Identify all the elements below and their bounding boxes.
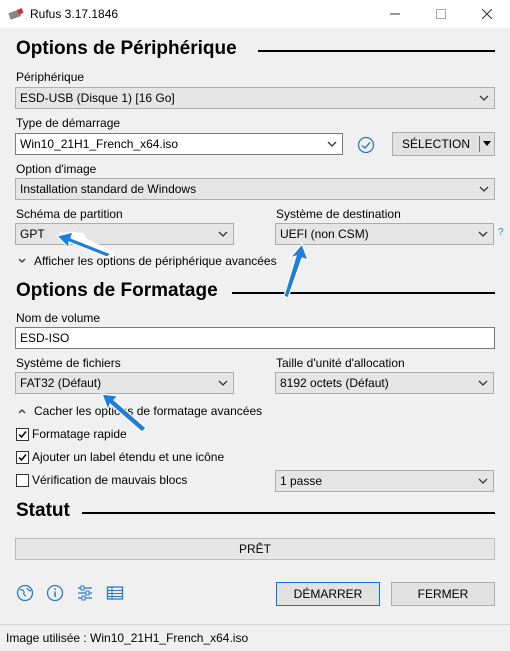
annotation-arrow-icon — [101, 393, 147, 433]
boot-type-label: Type de démarrage — [16, 116, 121, 130]
usb-drive-icon — [8, 8, 24, 20]
target-label: Système de destination — [276, 207, 401, 221]
device-value: ESD-USB (Disque 1) [16 Go] — [20, 91, 175, 105]
device-dropdown[interactable]: ESD-USB (Disque 1) [16 Go] — [15, 87, 495, 109]
close-icon — [482, 9, 492, 19]
close-window-button[interactable] — [464, 0, 510, 28]
partition-label: Schéma de partition — [16, 207, 123, 221]
cluster-size-value: 8192 octets (Défaut) — [280, 376, 389, 390]
checkbox-unchecked[interactable] — [16, 473, 29, 487]
image-option-dropdown[interactable]: Installation standard de Windows — [15, 178, 495, 200]
boot-type-dropdown[interactable]: Win10_21H1_French_x64.iso — [15, 133, 343, 155]
start-button-label: DÉMARRER — [293, 587, 363, 601]
check-circle-icon[interactable] — [357, 136, 375, 154]
chevron-up-icon — [18, 409, 26, 414]
fs-label: Système de fichiers — [16, 356, 121, 370]
section-divider — [82, 512, 495, 514]
close-button-label: FERMER — [417, 587, 469, 601]
filesystem-value: FAT32 (Défaut) — [20, 376, 102, 390]
partition-dropdown[interactable]: GPT — [15, 223, 234, 245]
chevron-down-icon — [478, 478, 488, 484]
minimize-button[interactable] — [372, 0, 418, 28]
status-text: PRÊT — [238, 542, 271, 556]
cluster-label: Taille d'unité d'allocation — [276, 356, 405, 370]
extended-label-label: Ajouter un label étendu et une icône — [32, 450, 225, 464]
select-button-label: SÉLECTION — [401, 137, 470, 151]
bad-blocks-label: Vérification de mauvais blocs — [32, 473, 188, 487]
device-label: Périphérique — [16, 70, 85, 84]
device-section-title: Options de Périphérique — [16, 38, 237, 59]
chevron-down-icon — [479, 186, 489, 192]
caret-down-icon[interactable] — [482, 139, 492, 149]
checkmark-icon — [18, 453, 27, 461]
passes-dropdown[interactable]: 1 passe — [275, 470, 494, 492]
info-icon[interactable] — [46, 584, 64, 602]
image-option-label: Option d'image — [16, 162, 97, 176]
section-divider — [232, 292, 495, 294]
extended-label-checkbox[interactable]: Ajouter un label étendu et une icône — [16, 450, 224, 464]
select-button[interactable]: SÉLECTION — [392, 132, 495, 156]
chevron-down-icon — [18, 258, 26, 263]
target-value: UEFI (non CSM) — [280, 227, 369, 241]
annotation-arrow-icon — [55, 231, 115, 258]
status-bar: Image utilisée : Win10_21H1_French_x64.i… — [0, 624, 510, 651]
volume-name-value: ESD-ISO — [20, 331, 70, 345]
annotation-arrow-icon — [283, 242, 310, 299]
section-divider — [258, 50, 495, 52]
minimize-icon — [390, 13, 400, 15]
settings-sliders-icon[interactable] — [76, 584, 94, 602]
format-section-title: Options de Formatage — [16, 280, 218, 301]
chevron-down-icon — [218, 231, 228, 237]
chevron-down-icon — [478, 380, 488, 386]
volume-name-input[interactable]: ESD-ISO — [15, 327, 495, 349]
chevron-down-icon — [218, 380, 228, 386]
checkmark-icon — [18, 430, 27, 438]
cluster-size-dropdown[interactable]: 8192 octets (Défaut) — [275, 372, 494, 394]
chevron-down-icon — [327, 141, 337, 147]
title-bar: Rufus 3.17.1846 — [0, 0, 510, 28]
volume-label: Nom de volume — [16, 311, 101, 325]
window-title: Rufus 3.17.1846 — [30, 7, 119, 21]
log-table-icon[interactable] — [106, 584, 124, 602]
image-option-value: Installation standard de Windows — [20, 182, 197, 196]
passes-value: 1 passe — [280, 474, 323, 488]
chevron-down-icon — [479, 95, 489, 101]
checkbox-checked[interactable] — [16, 450, 29, 464]
split-divider — [479, 136, 480, 152]
status-bar-text: Image utilisée : Win10_21H1_French_x64.i… — [6, 631, 249, 645]
checkbox-checked[interactable] — [16, 427, 29, 441]
close-button[interactable]: FERMER — [391, 582, 495, 606]
partition-value: GPT — [20, 227, 45, 241]
status-progress-bar: PRÊT — [15, 538, 495, 560]
start-button[interactable]: DÉMARRER — [276, 582, 380, 606]
language-globe-icon[interactable] — [16, 584, 34, 602]
help-icon[interactable]: ? — [498, 227, 504, 238]
maximize-icon — [436, 9, 446, 19]
maximize-button[interactable] — [418, 0, 464, 28]
chevron-down-icon — [478, 231, 488, 237]
status-section-title: Statut — [16, 500, 70, 521]
bad-blocks-checkbox[interactable]: Vérification de mauvais blocs — [16, 473, 187, 487]
boot-type-value: Win10_21H1_French_x64.iso — [20, 137, 179, 151]
